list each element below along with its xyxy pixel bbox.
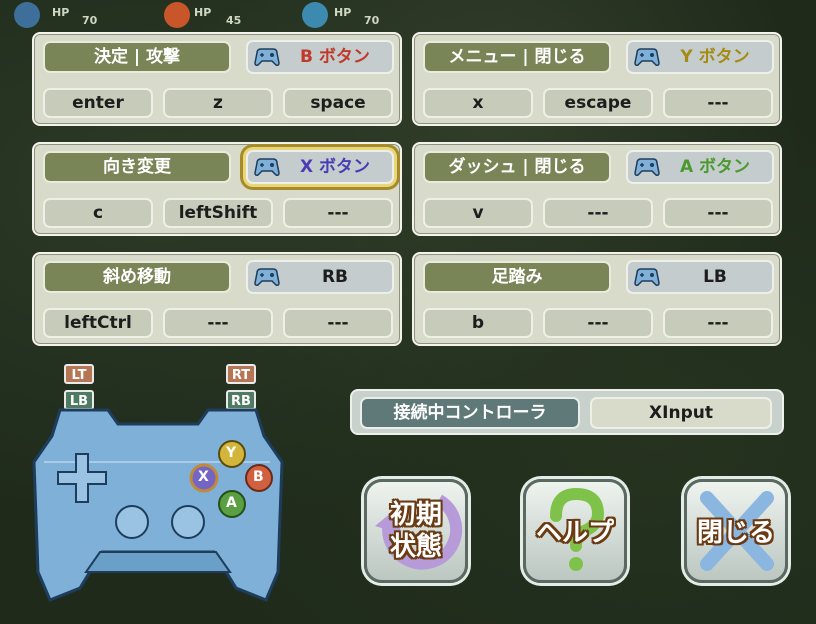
action-label: 向き変更	[43, 151, 231, 183]
gamepad-icon	[634, 158, 660, 176]
gamepad-icon	[254, 158, 280, 176]
key-binding-button[interactable]: ---	[163, 308, 273, 338]
y-button-label: Y	[226, 445, 237, 461]
reset-defaults-button[interactable]: 初期 状態	[364, 479, 468, 583]
gamepad-icon	[634, 48, 660, 66]
hp-label-3: HP	[334, 6, 352, 19]
key-binding-button[interactable]: ---	[663, 88, 773, 118]
key-binding-button[interactable]: leftShift	[163, 198, 273, 228]
gamepad-binding-button[interactable]: LB	[626, 260, 774, 294]
action-label: ダッシュ | 閉じる	[423, 151, 611, 183]
gamepad-binding-label: Y ボタン	[680, 47, 750, 67]
gamepad-binding-button[interactable]: X ボタン	[246, 150, 394, 184]
a-button-label: A	[226, 495, 237, 511]
keyboard-bindings: c leftShift ---	[43, 198, 393, 230]
binding-panel: 向き変更 X ボタン c leftShift ---	[32, 142, 402, 236]
gamepad-binding-label: X ボタン	[299, 157, 371, 177]
party-member-3-avatar	[302, 2, 328, 28]
hp-label-1: HP	[52, 6, 70, 19]
keyboard-bindings: b --- ---	[423, 308, 773, 340]
key-binding-button[interactable]: z	[163, 88, 273, 118]
binding-panel: メニュー | 閉じる Y ボタン x escape ---	[412, 32, 782, 126]
help-label: ヘルプ	[535, 518, 614, 548]
key-binding-button[interactable]: v	[423, 198, 533, 228]
party-member-1-avatar	[14, 2, 40, 28]
key-binding-button[interactable]: x	[423, 88, 533, 118]
binding-panel: 足踏み LB b --- ---	[412, 252, 782, 346]
gamepad-binding-label: LB	[703, 267, 727, 287]
gamepad-binding-label: A ボタン	[679, 157, 751, 177]
reset-label-line2: 状態	[389, 532, 442, 562]
connected-controller-label: 接続中コントローラ	[360, 397, 580, 429]
action-label: 足踏み	[423, 261, 611, 293]
binding-panel: 決定 | 攻撃 B ボタン enter z space	[32, 32, 402, 126]
keyboard-bindings: enter z space	[43, 88, 393, 120]
hud-bar: HP 70 HP 45 HP 70	[0, 0, 816, 30]
gamepad-binding-button[interactable]: A ボタン	[626, 150, 774, 184]
help-button[interactable]: ヘルプ	[523, 479, 627, 583]
gamepad-binding-button[interactable]: RB	[246, 260, 394, 294]
hp-value-1: 70	[82, 14, 98, 27]
controller-diagram: LT LB RT RB Y X B A	[30, 362, 290, 602]
binding-panel: ダッシュ | 閉じる A ボタン v --- ---	[412, 142, 782, 236]
gamepad-binding-button[interactable]: Y ボタン	[626, 40, 774, 74]
gamepad-icon	[254, 268, 280, 286]
key-binding-button[interactable]: escape	[543, 88, 653, 118]
hp-label-2: HP	[194, 6, 212, 19]
keyboard-bindings: v --- ---	[423, 198, 773, 230]
x-button-label: X	[198, 469, 209, 485]
key-binding-button[interactable]: ---	[543, 198, 653, 228]
gamepad-icon	[634, 268, 660, 286]
reset-label-line1: 初期	[389, 500, 442, 530]
key-binding-button[interactable]: ---	[283, 308, 393, 338]
key-binding-button[interactable]: leftCtrl	[43, 308, 153, 338]
b-button-label: B	[253, 469, 264, 485]
keyboard-bindings: leftCtrl --- ---	[43, 308, 393, 340]
gamepad-binding-button[interactable]: B ボタン	[246, 40, 394, 74]
close-button[interactable]: 閉じる	[684, 479, 788, 583]
key-binding-button[interactable]: space	[283, 88, 393, 118]
hp-value-2: 45	[226, 14, 242, 27]
connected-controller-row: 接続中コントローラ XInput	[350, 389, 784, 435]
action-label: 決定 | 攻撃	[43, 41, 231, 73]
gamepad-icon	[254, 48, 280, 66]
gamepad-icon	[32, 408, 284, 602]
close-label: 閉じる	[696, 518, 775, 548]
binding-panel: 斜め移動 RB leftCtrl --- ---	[32, 252, 402, 346]
key-binding-button[interactable]: ---	[543, 308, 653, 338]
action-label: 斜め移動	[43, 261, 231, 293]
key-binding-button[interactable]: ---	[663, 308, 773, 338]
key-binding-button[interactable]: c	[43, 198, 153, 228]
keyboard-bindings: x escape ---	[423, 88, 773, 120]
key-binding-button[interactable]: enter	[43, 88, 153, 118]
gamepad-binding-label: RB	[321, 267, 349, 287]
action-label: メニュー | 閉じる	[423, 41, 611, 73]
hp-value-3: 70	[364, 14, 380, 27]
party-member-2-avatar	[164, 2, 190, 28]
key-binding-button[interactable]: ---	[283, 198, 393, 228]
key-binding-button[interactable]: b	[423, 308, 533, 338]
key-binding-button[interactable]: ---	[663, 198, 773, 228]
reset-arrow-icon	[375, 494, 463, 570]
connected-controller-value: XInput	[590, 397, 772, 429]
gamepad-binding-label: B ボタン	[300, 47, 370, 67]
